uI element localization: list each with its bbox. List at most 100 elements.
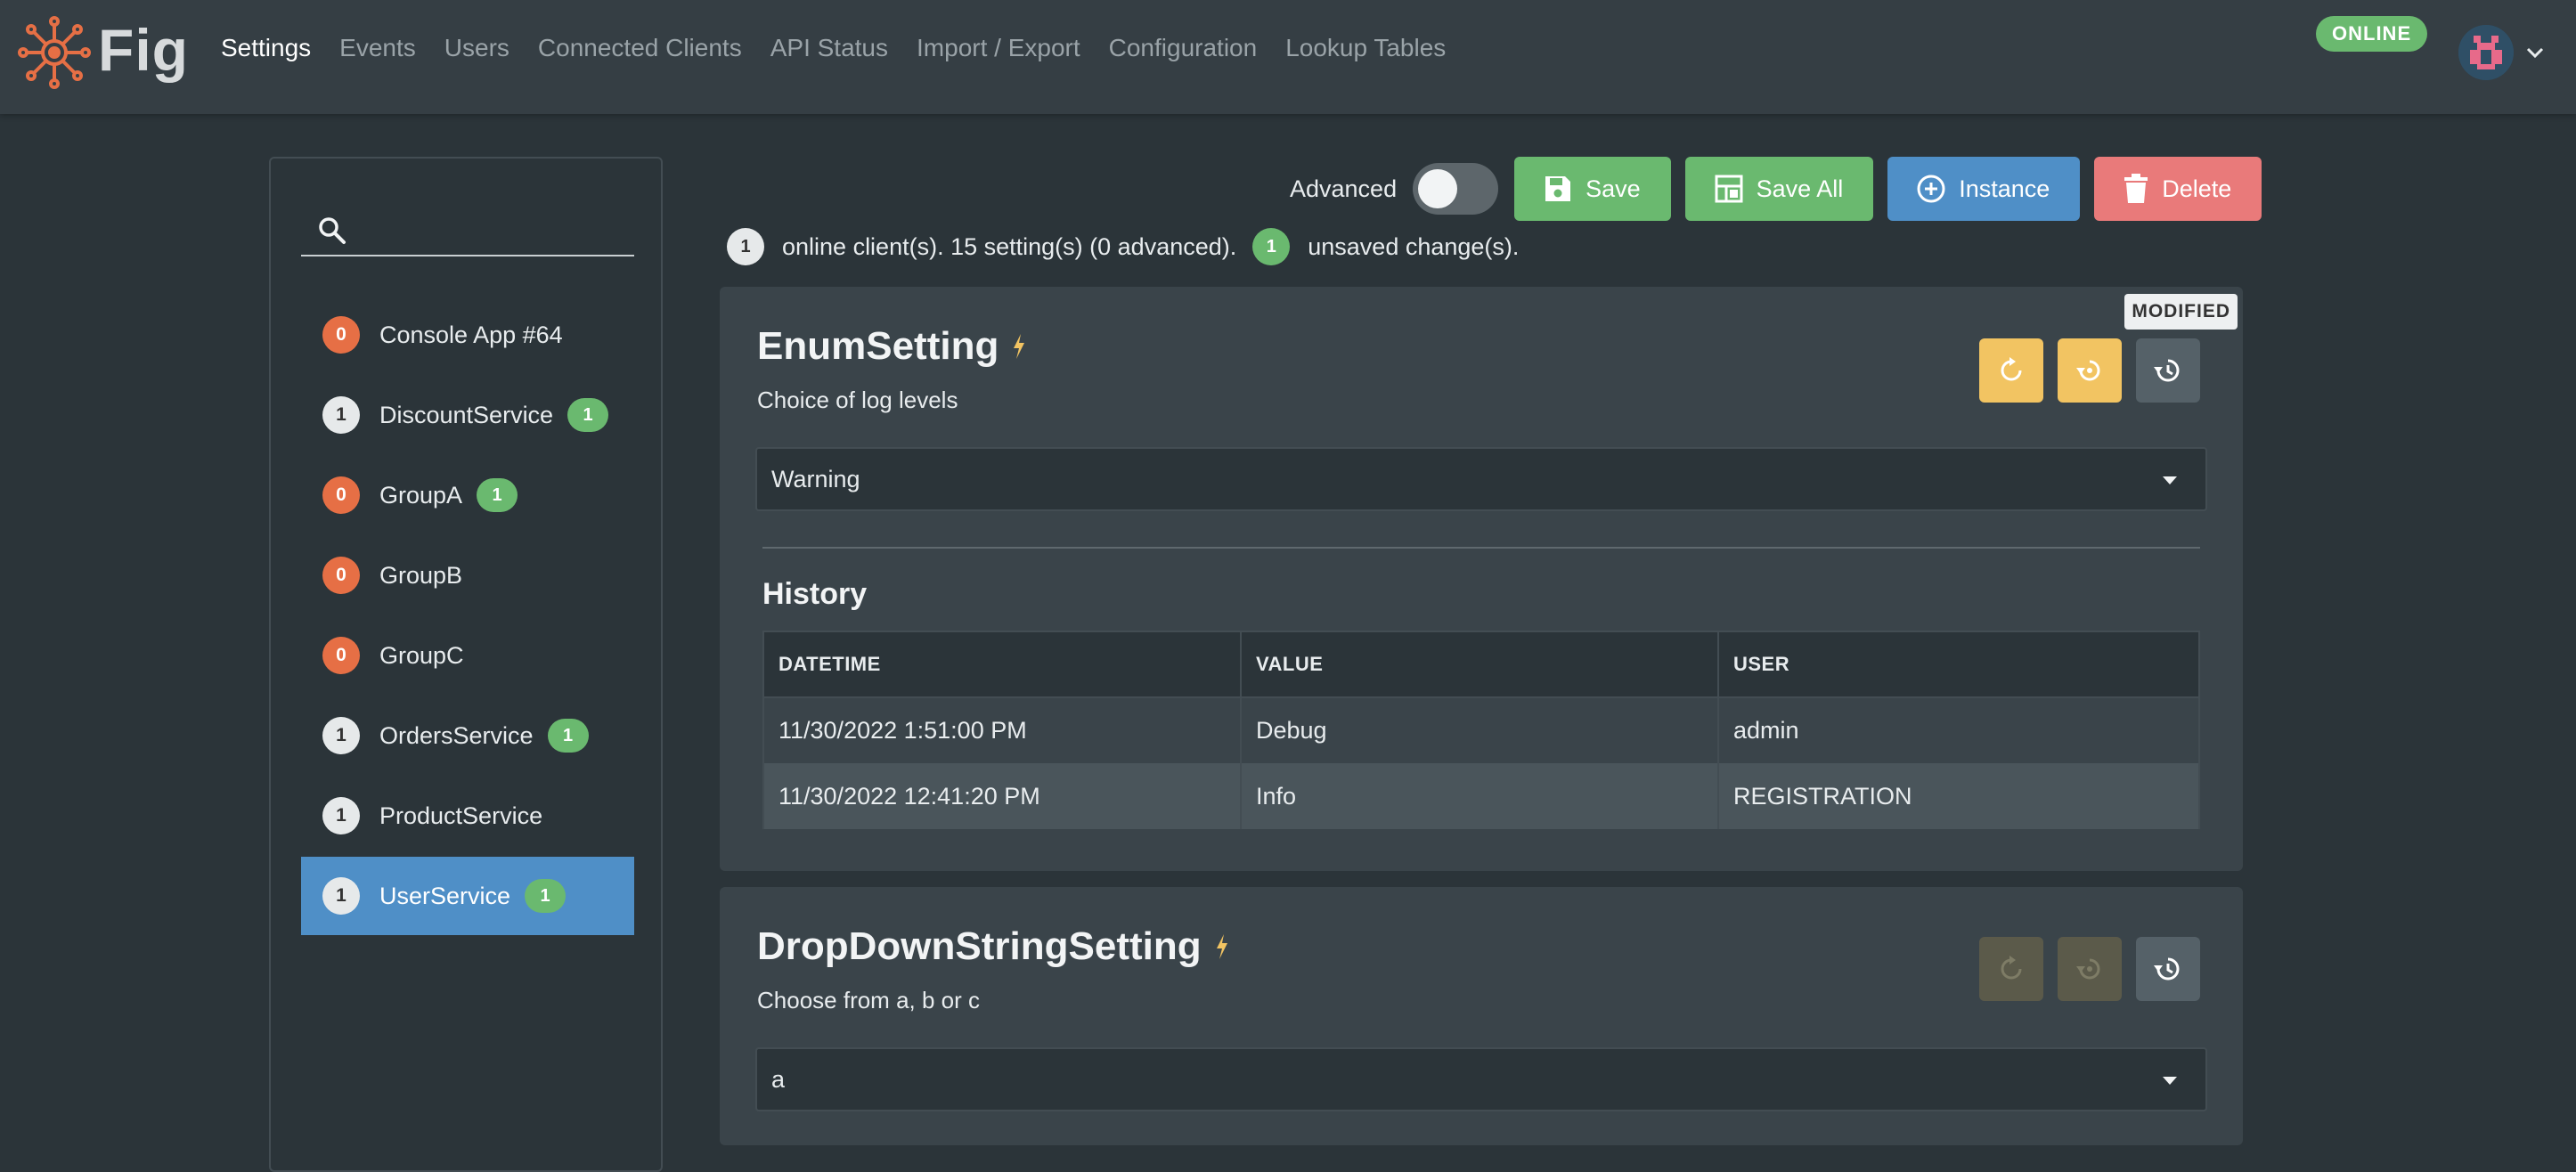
revert-to-default-button[interactable] bbox=[2058, 338, 2122, 403]
delete-button[interactable]: Delete bbox=[2094, 157, 2262, 221]
reset-icon bbox=[2001, 956, 2022, 980]
client-sidebar: 0 Console App #64 1 DiscountService 1 0 … bbox=[269, 157, 663, 1172]
setting-card-dropdown-string: DropDownStringSetting Choose from a, b o… bbox=[720, 887, 2243, 1145]
instance-label: Instance bbox=[1959, 175, 2050, 202]
brand-name[interactable]: Fig bbox=[98, 16, 189, 84]
client-list: 0 Console App #64 1 DiscountService 1 0 … bbox=[301, 296, 634, 937]
column-header-datetime[interactable]: DATETIME bbox=[762, 631, 1242, 698]
setting-name: DropDownStringSetting bbox=[757, 924, 1202, 968]
history-table: DATETIME VALUE USER 11/30/2022 1:51:00 P… bbox=[762, 631, 2200, 829]
user-menu[interactable] bbox=[2458, 25, 2547, 80]
setting-name: EnumSetting bbox=[757, 324, 999, 368]
save-button[interactable]: Save bbox=[1514, 157, 1671, 221]
client-name: Console App #64 bbox=[379, 321, 563, 348]
main-nav: Settings Events Users Connected Clients … bbox=[221, 34, 1474, 62]
cell-user: admin bbox=[1717, 697, 2200, 763]
cell-datetime: 11/30/2022 12:41:20 PM bbox=[762, 763, 1242, 829]
client-count-badge: 0 bbox=[322, 557, 360, 594]
reset-button[interactable] bbox=[1979, 338, 2043, 403]
setting-card-enum: MODIFIED EnumSetting Choice of log level… bbox=[720, 287, 2243, 871]
revert-icon bbox=[2076, 360, 2100, 381]
dropdown-arrow-icon bbox=[2163, 1077, 2177, 1085]
client-name: GroupC bbox=[379, 641, 464, 669]
modified-badge: MODIFIED bbox=[2124, 294, 2238, 330]
column-header-value[interactable]: VALUE bbox=[1240, 631, 1719, 698]
unsaved-changes-count: 1 bbox=[1252, 228, 1291, 265]
nav-users[interactable]: Users bbox=[444, 34, 509, 62]
history-button[interactable] bbox=[2136, 338, 2200, 403]
save-all-icon bbox=[1715, 175, 1743, 203]
selected-value: a bbox=[771, 1065, 786, 1093]
toggle-knob bbox=[1418, 169, 1458, 208]
client-name: GroupB bbox=[379, 561, 463, 589]
dropdown-arrow-icon bbox=[2163, 476, 2177, 484]
unsaved-changes-badge: 1 bbox=[525, 879, 567, 913]
client-name: ProductService bbox=[379, 802, 543, 829]
client-item-console-app[interactable]: 0 Console App #64 bbox=[301, 296, 634, 374]
history-icon bbox=[2154, 957, 2180, 981]
save-all-label: Save All bbox=[1756, 175, 1844, 202]
client-count-badge: 1 bbox=[322, 797, 360, 834]
client-count-badge: 0 bbox=[322, 316, 360, 354]
online-clients-text: online client(s). 15 setting(s) (0 advan… bbox=[782, 232, 1237, 260]
divider bbox=[762, 547, 2200, 549]
add-instance-button[interactable]: Instance bbox=[1887, 157, 2081, 221]
nav-connected-clients[interactable]: Connected Clients bbox=[538, 34, 742, 62]
client-count-badge: 0 bbox=[322, 476, 360, 514]
enum-setting-select[interactable]: Warning bbox=[755, 447, 2207, 511]
nav-api-status[interactable]: API Status bbox=[770, 34, 888, 62]
client-count-badge: 0 bbox=[322, 637, 360, 674]
client-count-badge: 1 bbox=[322, 717, 360, 754]
cell-datetime: 11/30/2022 1:51:00 PM bbox=[762, 697, 1242, 763]
history-button[interactable] bbox=[2136, 937, 2200, 1001]
nav-events[interactable]: Events bbox=[339, 34, 416, 62]
client-count-badge: 1 bbox=[322, 396, 360, 434]
setting-title: DropDownStringSetting bbox=[757, 924, 1230, 969]
reset-icon bbox=[2001, 357, 2022, 381]
client-item-groupa[interactable]: 0 GroupA 1 bbox=[301, 456, 634, 534]
settings-toolbar: Advanced Save Save All Instance Delete bbox=[1290, 157, 2262, 221]
client-item-discount-service[interactable]: 1 DiscountService 1 bbox=[301, 376, 634, 454]
save-label: Save bbox=[1586, 175, 1641, 202]
online-status-badge: ONLINE bbox=[2316, 16, 2428, 52]
client-name: UserService bbox=[379, 882, 511, 909]
save-icon bbox=[1545, 176, 1571, 201]
plus-circle-icon bbox=[1917, 175, 1945, 203]
history-icon bbox=[2154, 359, 2180, 382]
setting-actions bbox=[1979, 937, 2200, 1001]
avatar-icon bbox=[2458, 25, 2514, 80]
nav-lookup-tables[interactable]: Lookup Tables bbox=[1285, 34, 1446, 62]
save-all-button[interactable]: Save All bbox=[1684, 157, 1874, 221]
table-row: 11/30/2022 1:51:00 PM Debug admin bbox=[762, 697, 2200, 763]
revert-to-default-button[interactable] bbox=[2058, 937, 2122, 1001]
advanced-toggle[interactable] bbox=[1413, 163, 1499, 215]
dropdown-string-select[interactable]: a bbox=[755, 1047, 2207, 1111]
client-count-badge: 1 bbox=[322, 877, 360, 915]
table-row: 11/30/2022 12:41:20 PM Info REGISTRATION bbox=[762, 763, 2200, 829]
nav-configuration[interactable]: Configuration bbox=[1109, 34, 1258, 62]
setting-title: EnumSetting bbox=[757, 324, 1027, 369]
advanced-label: Advanced bbox=[1290, 175, 1398, 202]
column-header-user[interactable]: USER bbox=[1717, 631, 2200, 698]
setting-description: Choice of log levels bbox=[757, 387, 958, 413]
search-input[interactable] bbox=[358, 208, 625, 248]
client-name: GroupA bbox=[379, 481, 463, 509]
nav-import-export[interactable]: Import / Export bbox=[917, 34, 1080, 62]
top-navbar: Fig Settings Events Users Connected Clie… bbox=[0, 0, 2576, 114]
fig-logo-icon[interactable] bbox=[16, 14, 93, 91]
reset-button[interactable] bbox=[1979, 937, 2043, 1001]
client-item-groupc[interactable]: 0 GroupC bbox=[301, 616, 634, 695]
client-item-product-service[interactable]: 1 ProductService bbox=[301, 777, 634, 855]
client-item-orders-service[interactable]: 1 OrdersService 1 bbox=[301, 696, 634, 775]
history-title: History bbox=[762, 577, 868, 611]
client-item-user-service[interactable]: 1 UserService 1 bbox=[301, 857, 634, 935]
client-name: DiscountService bbox=[379, 401, 554, 428]
cell-value: Info bbox=[1240, 763, 1719, 829]
avatar[interactable] bbox=[2458, 25, 2514, 80]
chevron-down-icon[interactable] bbox=[2523, 40, 2547, 65]
setting-description: Choose from a, b or c bbox=[757, 987, 980, 1013]
lightning-icon bbox=[1014, 334, 1025, 359]
client-item-groupb[interactable]: 0 GroupB bbox=[301, 536, 634, 614]
unsaved-changes-badge: 1 bbox=[477, 478, 518, 512]
nav-settings[interactable]: Settings bbox=[221, 34, 311, 62]
